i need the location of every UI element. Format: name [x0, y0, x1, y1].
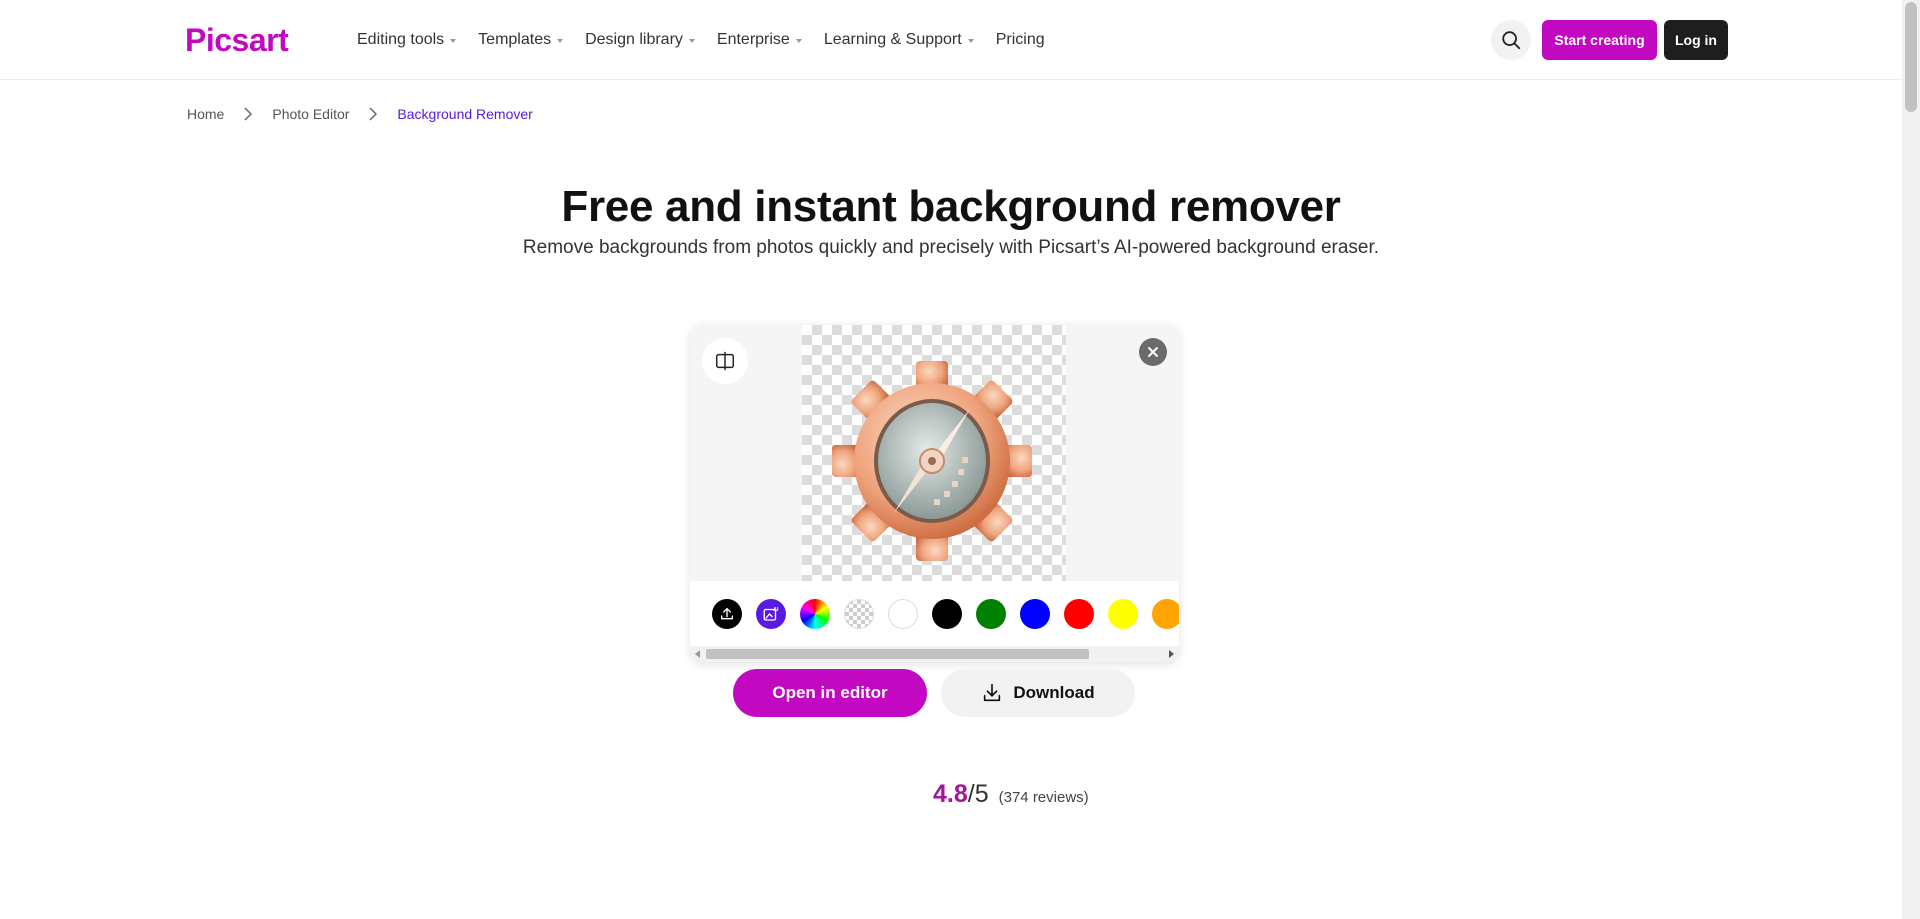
scroll-right-icon[interactable] [1169, 650, 1174, 658]
upload-icon [721, 608, 733, 620]
main-nav: Editing tools Templates Design library E… [357, 0, 1045, 80]
start-creating-button[interactable]: Start creating [1542, 20, 1657, 60]
download-icon [984, 683, 1001, 702]
rating-score: 4.8 [933, 780, 968, 808]
gear-compass-image [832, 361, 1032, 561]
search-button[interactable] [1491, 20, 1531, 60]
caret-down-icon [795, 38, 802, 43]
ai-image-icon: AI [763, 607, 779, 621]
nav-learning-support[interactable]: Learning & Support [824, 31, 974, 49]
page-scrollbar[interactable] [1902, 0, 1920, 919]
blue-swatch[interactable] [1020, 599, 1050, 629]
yellow-swatch[interactable] [1108, 599, 1138, 629]
nav-enterprise[interactable]: Enterprise [717, 31, 802, 49]
nav-label: Editing tools [357, 31, 445, 48]
green-swatch[interactable] [976, 599, 1006, 629]
breadcrumb: Home Photo Editor Background Remover [187, 106, 533, 122]
chevron-right-icon [369, 107, 378, 121]
nav-design-library[interactable]: Design library [585, 31, 695, 49]
nav-label: Design library [585, 31, 683, 48]
log-in-button[interactable]: Log in [1664, 20, 1728, 60]
transparent-swatch[interactable] [844, 599, 874, 629]
compare-icon [716, 351, 734, 371]
breadcrumb-background-remover[interactable]: Background Remover [397, 106, 532, 122]
rating-max: /5 [967, 780, 989, 808]
nav-editing-tools[interactable]: Editing tools [357, 31, 457, 49]
open-in-editor-button[interactable]: Open in editor [733, 669, 927, 717]
rating: 4.8 /5 (374 reviews) [933, 780, 1089, 809]
ai-background-button[interactable]: AI [756, 599, 786, 629]
black-swatch[interactable] [932, 599, 962, 629]
swatch-scrollbar[interactable] [690, 646, 1179, 662]
upload-button[interactable] [712, 599, 742, 629]
caret-down-icon [450, 38, 457, 43]
svg-text:AI: AI [773, 607, 779, 613]
picsart-logo[interactable]: Picsart [185, 22, 289, 59]
chevron-right-icon [244, 107, 253, 121]
swatch-scrollbar-thumb[interactable] [706, 649, 1089, 659]
background-remover-widget: AI [690, 325, 1179, 662]
breadcrumb-home[interactable]: Home [187, 106, 224, 122]
background-options-bar: AI [690, 581, 1179, 646]
red-swatch[interactable] [1064, 599, 1094, 629]
nav-label: Templates [478, 31, 552, 48]
scrollbar-thumb[interactable] [1905, 2, 1917, 112]
nav-label: Pricing [995, 31, 1045, 48]
caret-down-icon [967, 38, 974, 43]
swatch-row: AI [712, 599, 1179, 629]
orange-swatch[interactable] [1152, 599, 1179, 629]
scroll-left-icon[interactable] [695, 650, 700, 658]
close-icon [1148, 347, 1158, 357]
white-swatch[interactable] [888, 599, 918, 629]
nav-pricing[interactable]: Pricing [996, 31, 1045, 49]
page-title: Free and instant background remover [561, 182, 1341, 231]
nav-label: Learning & Support [823, 31, 962, 48]
search-icon [1502, 31, 1521, 50]
breadcrumb-photo-editor[interactable]: Photo Editor [272, 106, 349, 122]
close-button[interactable] [1139, 338, 1167, 366]
download-label: Download [1013, 683, 1095, 702]
caret-down-icon [688, 38, 695, 43]
color-picker-swatch[interactable] [800, 599, 830, 629]
page-subtitle: Remove backgrounds from photos quickly a… [522, 237, 1380, 258]
review-count[interactable]: (374 reviews) [999, 789, 1089, 806]
nav-label: Enterprise [716, 31, 790, 48]
nav-templates[interactable]: Templates [478, 31, 564, 49]
compare-button[interactable] [702, 338, 748, 384]
download-button[interactable]: Download [941, 669, 1135, 717]
caret-down-icon [557, 38, 564, 43]
site-header: Picsart Editing tools Templates Design l… [0, 0, 1902, 80]
